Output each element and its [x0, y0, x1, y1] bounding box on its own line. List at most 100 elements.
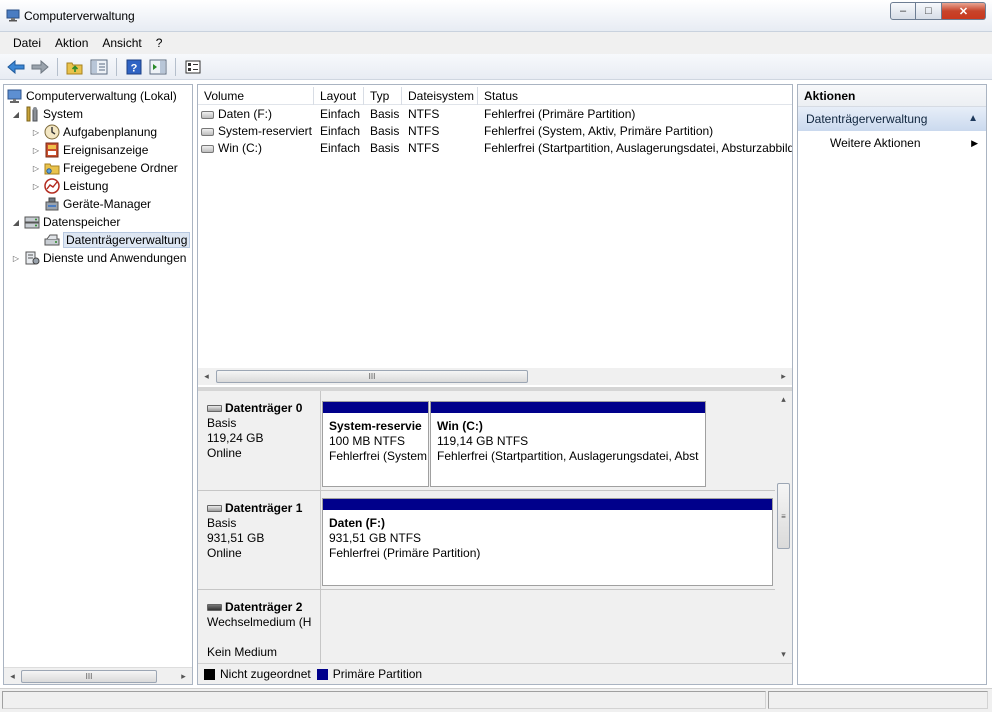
expand-toggle-icon[interactable]: ◢ — [11, 110, 21, 119]
volume-list-horizontal-scrollbar[interactable]: ◂ III ▸ — [198, 368, 792, 385]
tree-item-dienste-und-anwendungen[interactable]: ▷ Dienste und Anwendungen — [11, 249, 187, 267]
expand-toggle-icon[interactable]: ▷ — [11, 254, 21, 263]
scrollbar-thumb[interactable]: III — [21, 670, 157, 683]
hard-disk-icon — [207, 505, 222, 512]
tree-item-freigegebene-ordner[interactable]: ▷ Freigegebene Ordner — [31, 159, 178, 177]
scroll-right-icon[interactable]: ▸ — [175, 668, 192, 684]
expand-toggle-icon[interactable]: ▷ — [31, 146, 41, 155]
scrollbar-thumb[interactable]: III — [216, 370, 528, 383]
toolbar: ? — [0, 54, 992, 80]
partition-win-c[interactable]: Win (C:) 119,14 GB NTFS Fehlerfrei (Star… — [430, 401, 706, 487]
disk-view-vertical-scrollbar[interactable]: ▴ ≡ ▾ — [775, 391, 792, 663]
close-button[interactable]: ✕ — [942, 2, 986, 20]
partition-system-reserviert[interactable]: System-reservie 100 MB NTFS Fehlerfrei (… — [322, 401, 429, 487]
disk-0-label[interactable]: Datenträger 0 Basis 119,24 GB Online — [198, 391, 321, 491]
volume-name: Daten (F:) — [218, 107, 273, 121]
volume-name: System-reserviert — [218, 124, 313, 138]
tree-item-label: Aufgabenplanung — [63, 125, 158, 139]
volume-row[interactable]: System-reserviert Einfach Basis NTFS Feh… — [198, 123, 792, 140]
help-icon[interactable]: ? — [124, 57, 144, 77]
scroll-right-icon[interactable]: ▸ — [775, 368, 792, 385]
navigation-tree: Computerverwaltung (Lokal) ◢ System ▷ Au… — [3, 84, 193, 685]
expand-toggle-icon[interactable]: ▷ — [31, 164, 41, 173]
tree-item-datentraegerverwaltung[interactable]: Datenträgerverwaltung — [44, 231, 191, 249]
scroll-left-icon[interactable]: ◂ — [198, 368, 215, 385]
column-header-volume[interactable]: Volume — [198, 87, 314, 105]
volume-row[interactable]: Daten (F:) Einfach Basis NTFS Fehlerfrei… — [198, 106, 792, 123]
primary-partition-swatch — [316, 668, 328, 680]
scroll-left-icon[interactable]: ◂ — [4, 668, 21, 684]
show-tree-icon[interactable] — [89, 57, 109, 77]
forward-arrow-icon[interactable] — [30, 57, 50, 77]
computer-management-icon — [7, 88, 23, 104]
actions-header: Aktionen — [798, 85, 986, 107]
partition-size: 100 MB NTFS — [329, 434, 406, 448]
title-bar: Computerverwaltung – □ ✕ — [0, 0, 992, 32]
column-header-layout[interactable]: Layout — [314, 87, 364, 105]
volume-row[interactable]: Win (C:) Einfach Basis NTFS Fehlerfrei (… — [198, 140, 792, 157]
maximize-button[interactable]: □ — [916, 2, 942, 20]
collapse-caret-icon[interactable]: ▲ — [968, 107, 978, 131]
column-header-typ[interactable]: Typ — [364, 87, 402, 105]
up-folder-icon[interactable] — [65, 57, 85, 77]
tree-item-label: Datenspeicher — [43, 215, 121, 229]
tree-item-computerverwaltung[interactable]: Computerverwaltung (Lokal) — [7, 87, 177, 105]
system-tools-icon — [24, 106, 40, 122]
disk-1-partitions: Daten (F:) 931,51 GB NTFS Fehlerfrei (Pr… — [321, 491, 775, 590]
partition-daten-f[interactable]: Daten (F:) 931,51 GB NTFS Fehlerfrei (Pr… — [322, 498, 773, 586]
hard-disk-icon — [207, 405, 222, 412]
storage-icon — [24, 214, 40, 230]
tree-item-system[interactable]: ◢ System — [11, 105, 83, 123]
column-header-status[interactable]: Status — [478, 87, 792, 105]
expand-toggle-icon[interactable]: ◢ — [11, 218, 21, 227]
partition-title: Daten (F:) — [329, 516, 385, 530]
expand-toggle-icon[interactable]: ▷ — [31, 128, 41, 137]
disk-management-icon — [44, 232, 60, 248]
actions-section-datentraegerverwaltung[interactable]: Datenträgerverwaltung ▲ — [798, 107, 986, 131]
submenu-arrow-icon: ▶ — [971, 138, 978, 148]
window-title: Computerverwaltung — [24, 9, 135, 23]
performance-icon — [44, 178, 60, 194]
tree-item-aufgabenplanung[interactable]: ▷ Aufgabenplanung — [31, 123, 157, 141]
tree-item-label: Ereignisanzeige — [63, 143, 149, 157]
menu-datei[interactable]: Datei — [6, 36, 48, 50]
volume-type: Basis — [370, 124, 400, 138]
volume-icon — [201, 110, 214, 119]
volume-icon — [201, 144, 214, 153]
partition-size: 931,51 GB NTFS — [329, 531, 422, 545]
legend-primary-label: Primäre Partition — [332, 667, 423, 681]
scroll-up-icon[interactable]: ▴ — [775, 391, 792, 408]
column-header-dateisystem[interactable]: Dateisystem — [402, 87, 478, 105]
volume-type: Basis — [370, 141, 400, 155]
menu-help[interactable]: ? — [149, 36, 170, 50]
scroll-down-icon[interactable]: ▾ — [775, 646, 792, 663]
tree-item-label: System — [43, 107, 84, 121]
volume-filesystem: NTFS — [408, 141, 440, 155]
unallocated-swatch — [204, 668, 215, 680]
tree-item-leistung[interactable]: ▷ Leistung — [31, 177, 108, 195]
tree-horizontal-scrollbar[interactable]: ◂ III ▸ — [4, 667, 192, 684]
svg-text:?: ? — [131, 62, 138, 74]
back-arrow-icon[interactable] — [6, 57, 26, 77]
action-weitere-aktionen[interactable]: Weitere Aktionen ▶ — [798, 131, 986, 155]
disk-size: 119,24 GB — [207, 431, 264, 445]
toolbar-separator — [175, 57, 176, 76]
volume-name: Win (C:) — [218, 141, 262, 155]
scrollbar-thumb[interactable]: ≡ — [777, 483, 790, 549]
properties-icon[interactable] — [183, 57, 203, 77]
tree-item-geraete-manager[interactable]: Geräte-Manager — [44, 195, 151, 213]
menu-bar: Datei Aktion Ansicht ? — [0, 32, 992, 54]
disk-state: Kein Medium — [207, 645, 278, 659]
partition-legend: Nicht zugeordnet Primäre Partition — [198, 663, 792, 684]
tree-item-datenspeicher[interactable]: ◢ Datenspeicher — [11, 213, 120, 231]
expand-toggle-icon[interactable]: ▷ — [31, 182, 41, 191]
menu-ansicht[interactable]: Ansicht — [95, 36, 148, 50]
tree-item-ereignisanzeige[interactable]: ▷ Ereignisanzeige — [31, 141, 148, 159]
disk-name: Datenträger 1 — [225, 501, 303, 515]
disk-1-label[interactable]: Datenträger 1 Basis 931,51 GB Online — [198, 491, 321, 590]
minimize-button[interactable]: – — [890, 2, 916, 20]
show-action-pane-icon[interactable] — [148, 57, 168, 77]
status-segment — [768, 691, 988, 709]
disk-2-label[interactable]: Datenträger 2 Wechselmedium (H Kein Medi… — [198, 590, 321, 663]
menu-aktion[interactable]: Aktion — [48, 36, 95, 50]
